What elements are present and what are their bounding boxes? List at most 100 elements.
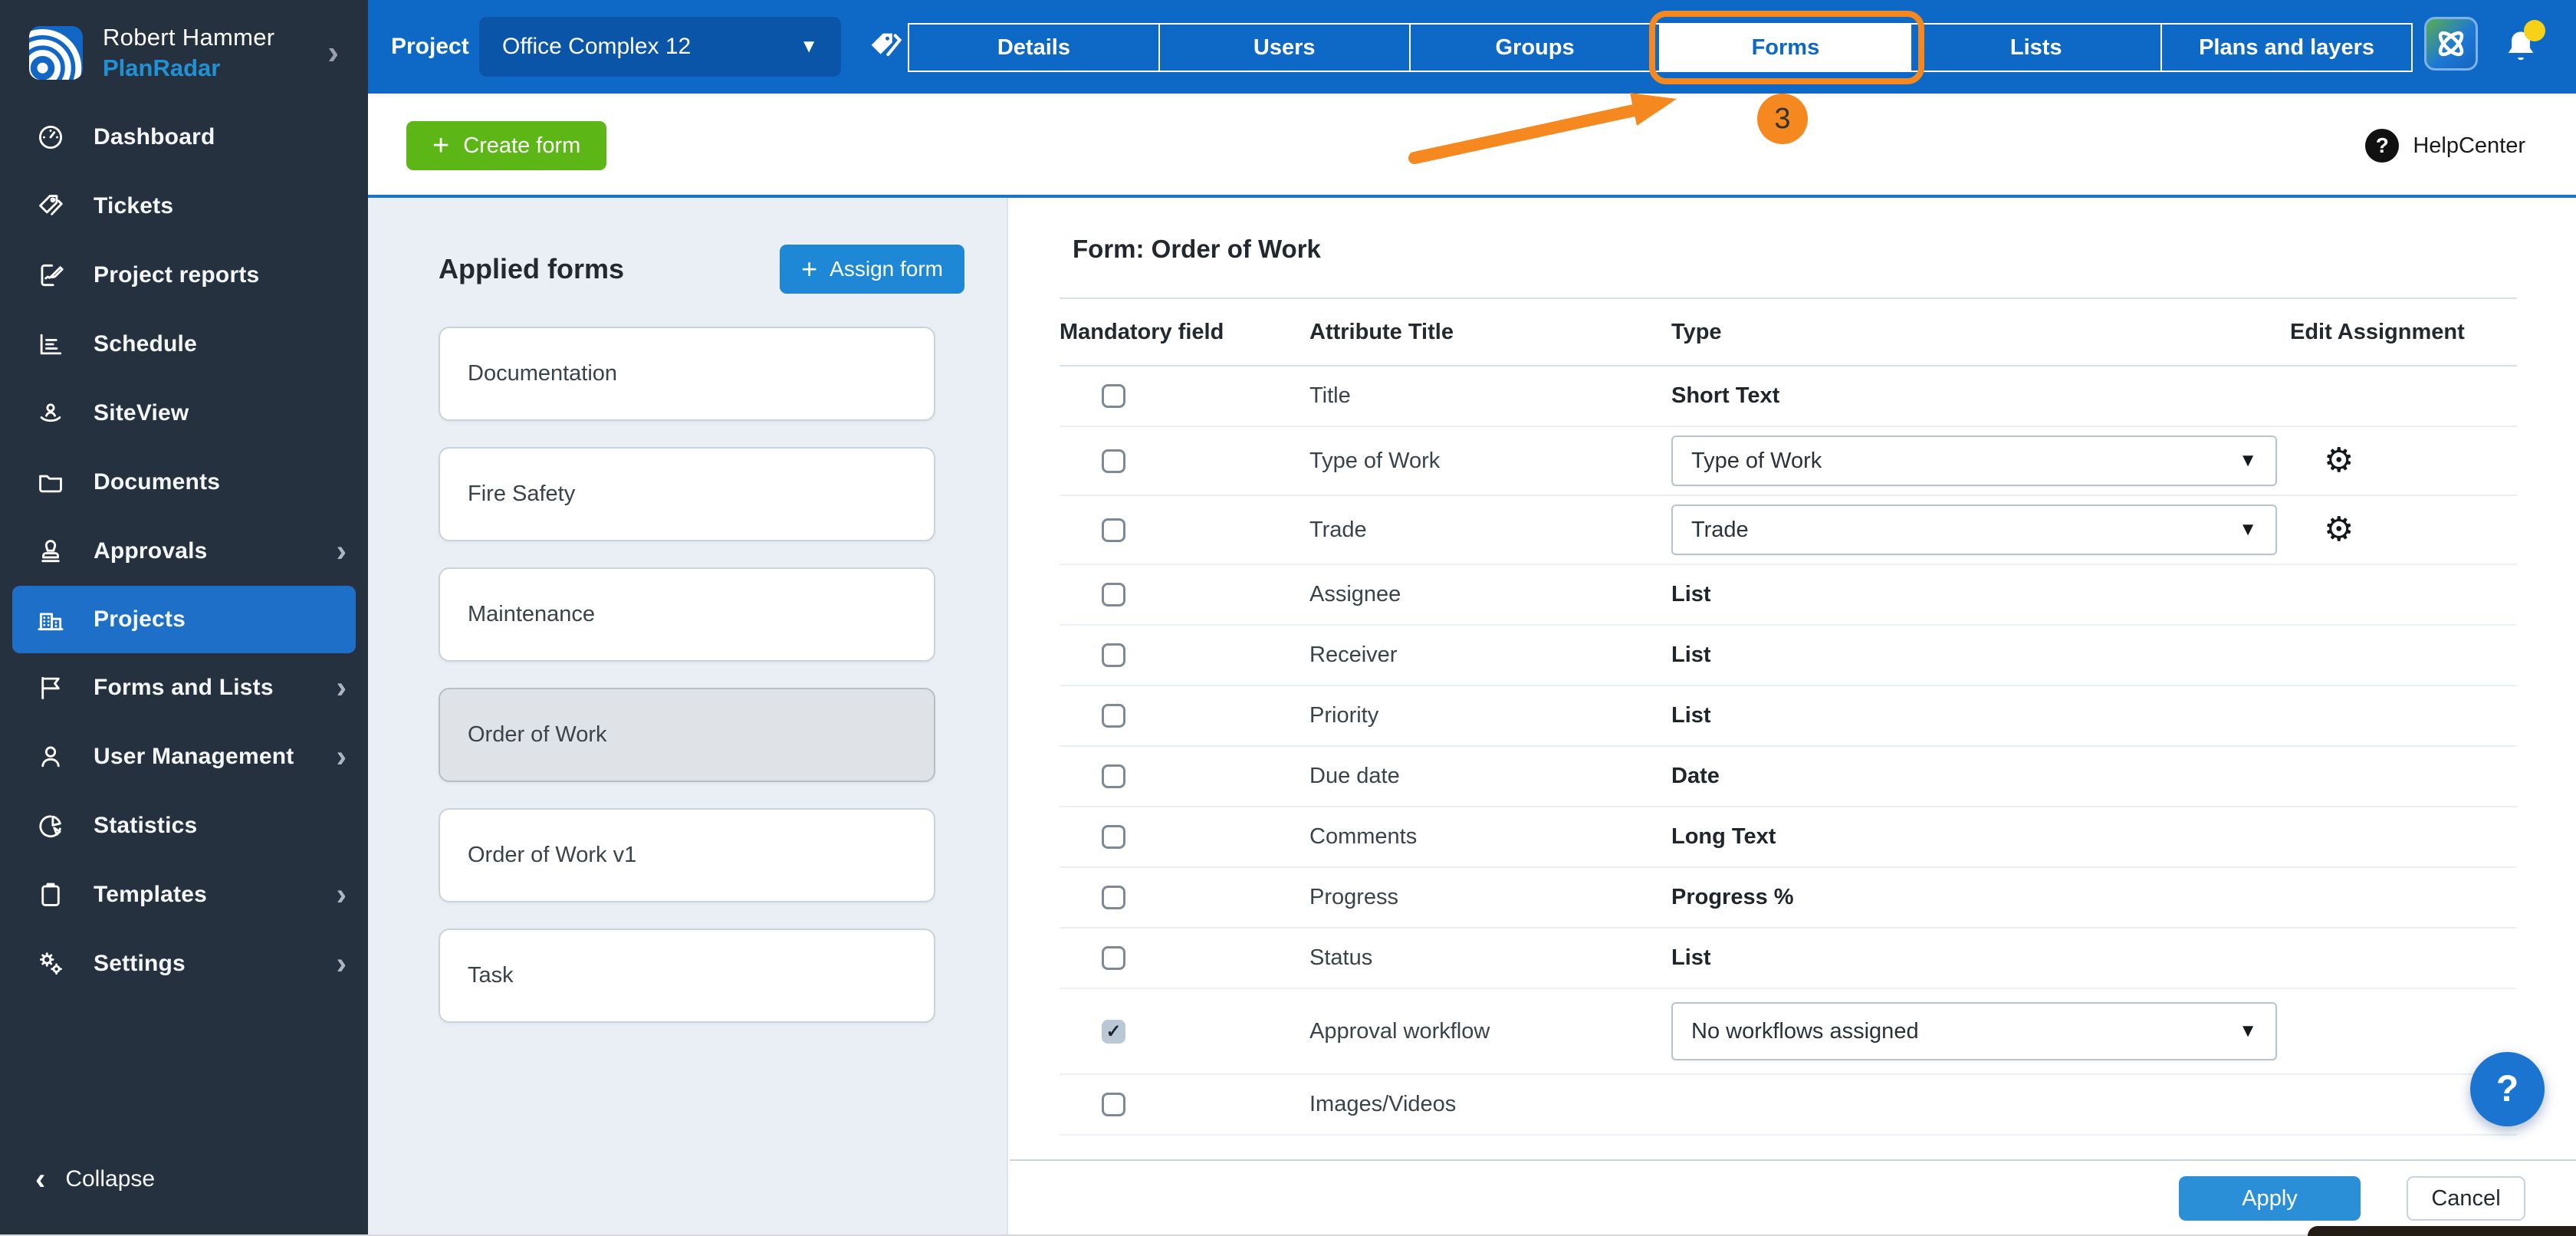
sidebar-item-statistics[interactable]: Statistics	[0, 791, 368, 860]
project-selector[interactable]: Office Complex 12 ▼	[479, 17, 841, 77]
mandatory-checkbox[interactable]	[1102, 764, 1125, 788]
mandatory-checkbox[interactable]	[1102, 518, 1125, 542]
mandatory-checkbox[interactable]: ✓	[1102, 1020, 1125, 1044]
tags-icon[interactable]	[865, 28, 905, 67]
sidebar: Robert Hammer PlanRadar › Dashboard Tick…	[0, 0, 368, 1236]
mandatory-checkbox[interactable]	[1102, 643, 1125, 667]
mandatory-checkbox[interactable]	[1102, 886, 1125, 909]
planradar-logo-icon	[29, 26, 83, 80]
mandatory-checkbox[interactable]	[1102, 825, 1125, 849]
user-icon	[35, 741, 66, 772]
account-switcher[interactable]: Robert Hammer PlanRadar ›	[0, 0, 368, 103]
approval-workflow-select[interactable]: No workflows assigned ▼	[1671, 1002, 2277, 1060]
tab-lists[interactable]: Lists	[1911, 25, 2162, 71]
form-card-maintenance[interactable]: Maintenance	[439, 567, 935, 662]
chevron-right-icon: ›	[337, 741, 347, 772]
sidebar-item-forms-and-lists[interactable]: Forms and Lists ›	[0, 653, 368, 722]
stamp-icon	[35, 536, 66, 567]
form-card-order-of-work-v1[interactable]: Order of Work v1	[439, 808, 935, 902]
table-row-title: Title Short Text	[1060, 367, 2517, 427]
annotation-step-badge: 3	[1757, 94, 1808, 144]
sidebar-item-project-reports[interactable]: Project reports	[0, 241, 368, 310]
plus-icon: +	[432, 131, 449, 160]
clipboard-icon	[35, 879, 66, 910]
sidebar-item-approvals[interactable]: Approvals ›	[0, 517, 368, 586]
siteview-icon	[35, 398, 66, 429]
mandatory-checkbox[interactable]	[1102, 384, 1125, 408]
caret-down-icon: ▼	[2239, 1021, 2257, 1042]
sidebar-item-siteview[interactable]: SiteView	[0, 379, 368, 448]
sidebar-item-projects[interactable]: Projects	[12, 586, 356, 653]
chevron-right-icon: ›	[337, 536, 347, 567]
form-detail-title: Form: Order of Work	[1073, 235, 1321, 264]
tab-users[interactable]: Users	[1160, 25, 1411, 71]
tickets-icon	[35, 191, 66, 222]
sidebar-item-user-management[interactable]: User Management ›	[0, 722, 368, 791]
form-card-fire-safety[interactable]: Fire Safety	[439, 447, 935, 541]
plus-icon: +	[801, 255, 817, 283]
form-detail: Form: Order of Work Mandatory field Attr…	[1010, 198, 2576, 1236]
create-form-button[interactable]: + Create form	[406, 121, 606, 170]
table-row-receiver: Receiver List	[1060, 626, 2517, 686]
applied-forms-panel: Applied forms + Assign form Documentatio…	[368, 198, 1008, 1236]
app-switcher-icon[interactable]	[2424, 17, 2478, 71]
chevron-right-icon: ›	[337, 948, 347, 979]
attributes-table: Mandatory field Attribute Title Type Edi…	[1060, 297, 2517, 1136]
dashboard-icon	[35, 122, 66, 153]
help-float-button[interactable]: ?	[2470, 1052, 2545, 1126]
tab-groups[interactable]: Groups	[1411, 25, 1661, 71]
form-card-order-of-work[interactable]: Order of Work	[439, 688, 935, 782]
collapse-button[interactable]: ‹ Collapse	[0, 1149, 190, 1210]
form-card-task[interactable]: Task	[439, 929, 935, 1023]
top-bar: Project Office Complex 12 ▼ Details User…	[368, 0, 2576, 94]
gear-icon[interactable]: ⚙	[2324, 444, 2354, 478]
mandatory-checkbox[interactable]	[1102, 946, 1125, 970]
chevron-left-icon: ‹	[35, 1162, 45, 1197]
sidebar-item-settings[interactable]: Settings ›	[0, 929, 368, 998]
table-row-progress: Progress Progress %	[1060, 868, 2517, 929]
sidebar-item-dashboard[interactable]: Dashboard	[0, 103, 368, 172]
gear-icon[interactable]: ⚙	[2324, 513, 2354, 547]
apply-button[interactable]: Apply	[2179, 1176, 2361, 1221]
chevron-right-icon: ›	[337, 879, 347, 910]
notifications-bell-icon[interactable]	[2499, 26, 2542, 69]
mandatory-checkbox[interactable]	[1102, 704, 1125, 728]
sidebar-item-documents[interactable]: Documents	[0, 448, 368, 517]
report-icon	[35, 260, 66, 291]
assign-form-button[interactable]: + Assign form	[780, 245, 964, 294]
table-row-comments: Comments Long Text	[1060, 807, 2517, 868]
applied-forms-title: Applied forms	[439, 253, 624, 285]
tab-details[interactable]: Details	[909, 25, 1160, 71]
table-row-assignee: Assignee List	[1060, 565, 2517, 626]
project-label: Project	[391, 0, 469, 94]
flag-icon	[35, 672, 66, 703]
form-card-documentation[interactable]: Documentation	[439, 327, 935, 421]
table-row-due-date: Due date Date	[1060, 747, 2517, 807]
sidebar-item-templates[interactable]: Templates ›	[0, 860, 368, 929]
pie-chart-icon	[35, 810, 66, 841]
project-tabs: Details Users Groups Forms Lists Plans a…	[908, 23, 2413, 72]
applied-forms-list: Documentation Fire Safety Maintenance Or…	[439, 327, 935, 1023]
tab-forms[interactable]: Forms	[1661, 25, 1911, 71]
table-row-trade: Trade Trade ▼ ⚙	[1060, 496, 2517, 565]
sidebar-menu: Dashboard Tickets Project reports Schedu…	[0, 103, 368, 998]
sidebar-item-schedule[interactable]: Schedule	[0, 310, 368, 379]
cancel-button[interactable]: Cancel	[2407, 1176, 2525, 1221]
form-footer: Apply Cancel	[1010, 1159, 2576, 1236]
helpcenter-link[interactable]: ? HelpCenter	[2365, 124, 2525, 167]
forms-toolbar: + Create form ? HelpCenter	[368, 94, 2576, 198]
tab-plans-and-layers[interactable]: Plans and layers	[2162, 25, 2411, 71]
question-icon: ?	[2496, 1068, 2518, 1110]
trade-select[interactable]: Trade ▼	[1671, 505, 2277, 555]
caret-down-icon: ▼	[800, 36, 818, 58]
type-of-work-select[interactable]: Type of Work ▼	[1671, 436, 2277, 486]
schedule-icon	[35, 329, 66, 360]
user-name: Robert Hammer	[103, 24, 307, 51]
mandatory-checkbox[interactable]	[1102, 1093, 1125, 1116]
chevron-right-icon[interactable]: ›	[327, 36, 347, 70]
building-icon	[35, 604, 66, 635]
table-row-images-videos: Images/Videos	[1060, 1075, 2517, 1136]
sidebar-item-tickets[interactable]: Tickets	[0, 172, 368, 241]
mandatory-checkbox[interactable]	[1102, 449, 1125, 473]
mandatory-checkbox[interactable]	[1102, 583, 1125, 606]
